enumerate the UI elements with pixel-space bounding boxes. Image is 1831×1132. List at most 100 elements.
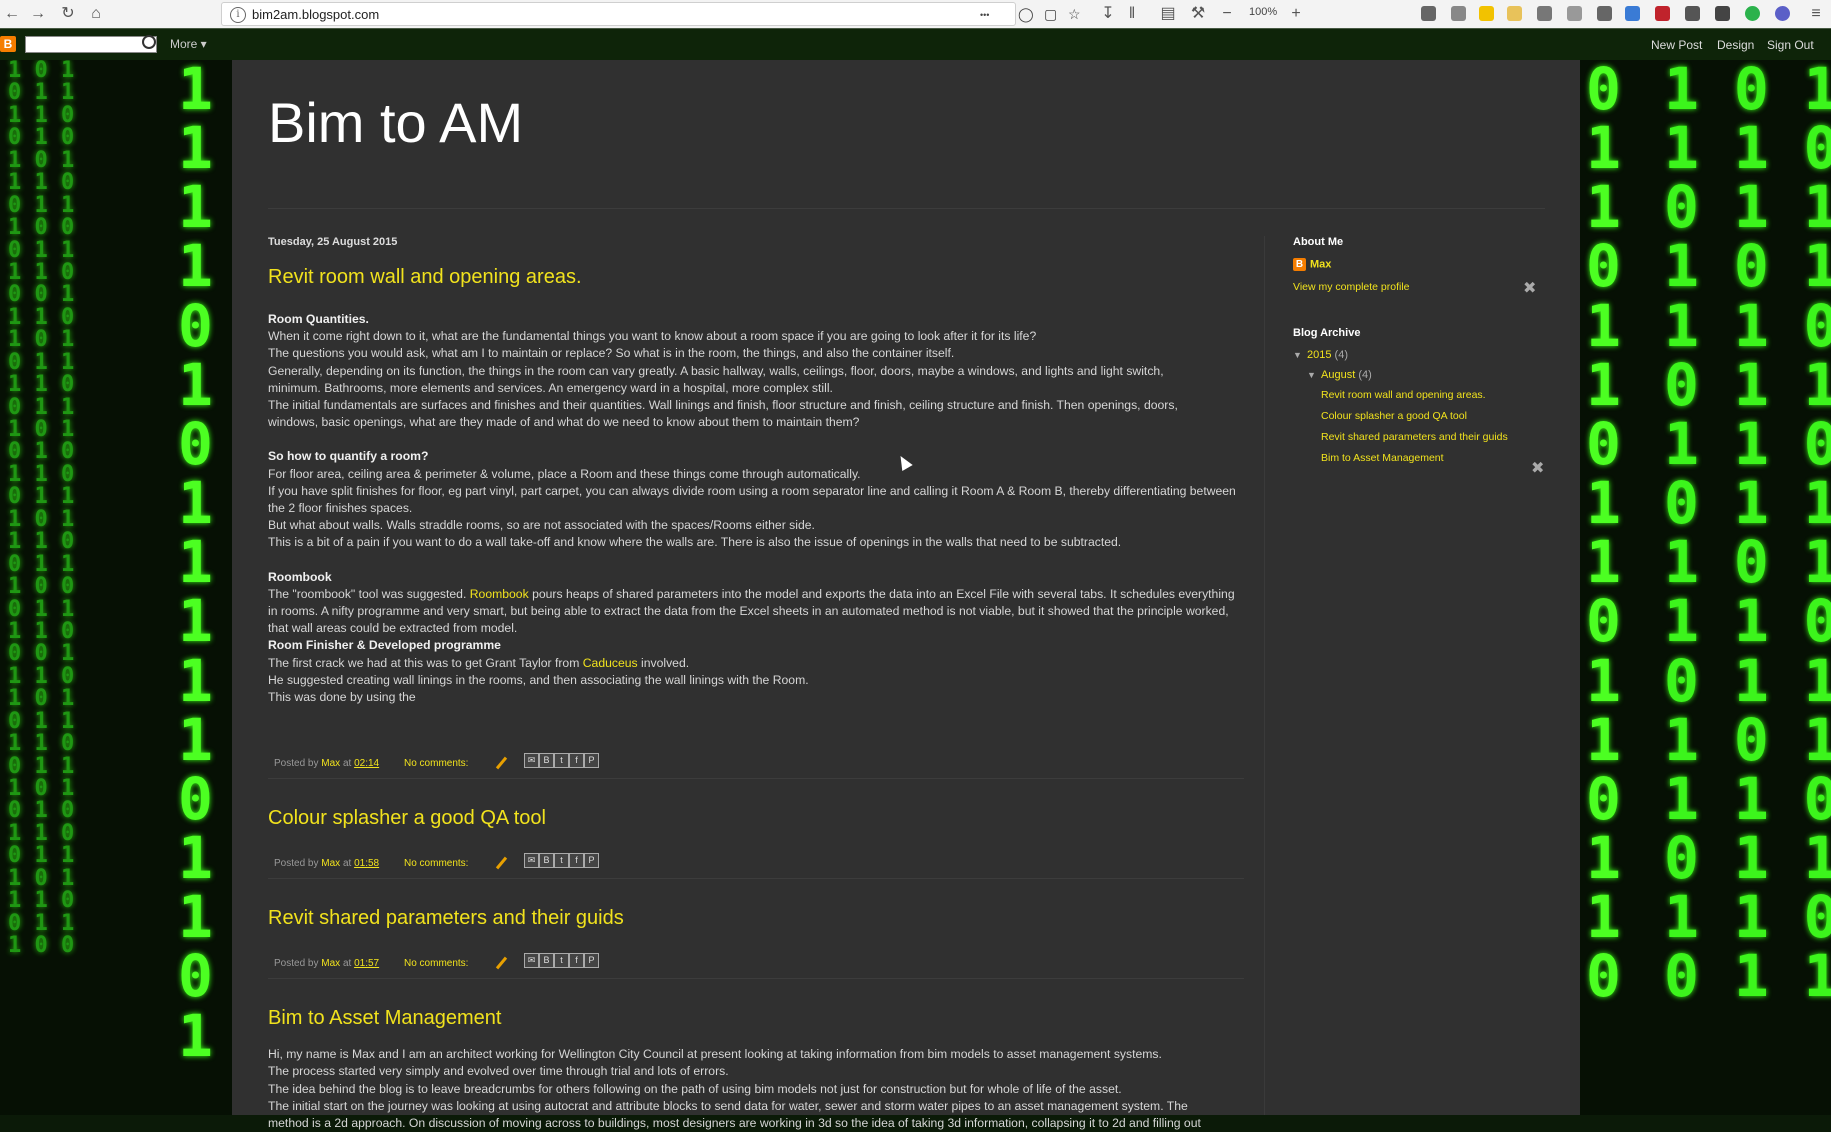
- body-line: The process started very simply and evol…: [268, 1064, 729, 1079]
- extension-icon[interactable]: [1597, 6, 1612, 21]
- archive-month: ▼ August (4): [1307, 369, 1543, 381]
- archive-year-count: (4): [1334, 349, 1348, 361]
- archive-post-link[interactable]: Revit shared parameters and their guids: [1321, 431, 1543, 443]
- extension-icon[interactable]: [1537, 6, 1552, 21]
- email-share-icon[interactable]: ✉: [524, 753, 539, 769]
- back-icon[interactable]: ←: [2, 4, 22, 24]
- body-line: the 2 floor finishes spaces.: [268, 501, 413, 516]
- extension-icon[interactable]: [1421, 6, 1436, 21]
- facebook-share-icon[interactable]: f: [569, 853, 584, 869]
- info-icon[interactable]: i: [230, 7, 246, 23]
- extension-icon[interactable]: [1655, 6, 1670, 21]
- pinterest-share-icon[interactable]: P: [584, 753, 599, 769]
- archive-post-link[interactable]: Revit room wall and opening areas.: [1321, 389, 1543, 401]
- roombook-link[interactable]: Roombook: [470, 587, 529, 601]
- wrench-icon[interactable]: ⚒: [1188, 4, 1208, 24]
- binary-column: 1 0 1 1 1 0 0 1 1 1 0 1 1 1 0 0 1 1 1 1 …: [1664, 60, 1831, 1011]
- email-share-icon[interactable]: ✉: [524, 953, 539, 969]
- blog-title[interactable]: Bim to AM: [268, 90, 523, 155]
- blogthis-icon[interactable]: B: [539, 953, 554, 969]
- more-menu[interactable]: More ▾: [170, 37, 207, 51]
- sidebar-icon[interactable]: ▤: [1158, 4, 1178, 24]
- menu-icon[interactable]: ≡: [1806, 4, 1826, 24]
- pocket-icon[interactable]: ◯: [1018, 6, 1034, 23]
- zoom-level[interactable]: 100%: [1249, 6, 1277, 18]
- archive-post-link[interactable]: Colour splasher a good QA tool: [1321, 410, 1543, 422]
- sign-out-link[interactable]: Sign Out: [1767, 38, 1814, 52]
- blogthis-icon[interactable]: B: [539, 853, 554, 869]
- extension-icon[interactable]: [1625, 6, 1640, 21]
- email-share-icon[interactable]: ✉: [524, 853, 539, 869]
- post-title[interactable]: Revit room wall and opening areas.: [268, 266, 1244, 289]
- page-actions-menu[interactable]: •••: [980, 10, 989, 20]
- author-link[interactable]: Max: [321, 758, 340, 769]
- caduceus-link[interactable]: Caduceus: [583, 656, 638, 670]
- timestamp-link[interactable]: 01:57: [354, 958, 379, 969]
- extension-icon[interactable]: [1507, 6, 1522, 21]
- extension-icon[interactable]: [1745, 6, 1760, 21]
- twitter-share-icon[interactable]: t: [554, 753, 569, 769]
- library-icon[interactable]: ‖: [1122, 4, 1142, 24]
- extension-icon[interactable]: [1451, 6, 1466, 21]
- twitter-share-icon[interactable]: t: [554, 853, 569, 869]
- pencil-edit-icon[interactable]: [495, 956, 508, 970]
- archive-month-count: (4): [1358, 369, 1372, 381]
- pencil-edit-icon[interactable]: [495, 856, 508, 870]
- body-line: method is a 2d approach. On discussion o…: [268, 1116, 1201, 1131]
- archive-year-link[interactable]: 2015: [1307, 349, 1331, 361]
- reload-icon[interactable]: ↻: [58, 4, 78, 24]
- profile-row: B Max: [1293, 258, 1543, 271]
- profile-name-link[interactable]: Max: [1310, 258, 1331, 270]
- body-line: The idea behind the blog is to leave bre…: [268, 1081, 1122, 1096]
- extension-icon[interactable]: [1685, 6, 1700, 21]
- search-icon[interactable]: [142, 35, 156, 49]
- about-me-title: About Me: [1293, 236, 1344, 248]
- gadget-settings-icon[interactable]: ✖: [1523, 278, 1536, 298]
- body-line: He suggested creating wall linings in th…: [268, 672, 809, 687]
- download-icon[interactable]: ↧: [1098, 4, 1118, 24]
- blog-search-input[interactable]: [25, 36, 157, 53]
- blogthis-icon[interactable]: B: [539, 753, 554, 769]
- post-title[interactable]: Colour splasher a good QA tool: [268, 807, 1244, 830]
- zoom-out-icon[interactable]: −: [1217, 4, 1237, 24]
- author-link[interactable]: Max: [321, 958, 340, 969]
- pinterest-share-icon[interactable]: P: [584, 853, 599, 869]
- body-line: This was done by using the: [268, 690, 416, 705]
- collapse-triangle-icon[interactable]: ▼: [1307, 370, 1321, 380]
- blogger-icon[interactable]: B: [0, 36, 16, 52]
- blog-page: Bim to AM Tuesday, 25 August 2015 Revit …: [232, 60, 1580, 1130]
- post-footer: Posted by Max at 02:14 No comments: ✉ B …: [268, 748, 1244, 780]
- twitter-share-icon[interactable]: t: [554, 953, 569, 969]
- url-text[interactable]: bim2am.blogspot.com: [252, 7, 379, 22]
- facebook-share-icon[interactable]: f: [569, 953, 584, 969]
- pinterest-share-icon[interactable]: P: [584, 953, 599, 969]
- design-link[interactable]: Design: [1717, 38, 1754, 52]
- comments-link[interactable]: No comments:: [404, 958, 468, 969]
- archive-post-link[interactable]: Bim to Asset Management: [1321, 452, 1543, 464]
- facebook-share-icon[interactable]: f: [569, 753, 584, 769]
- collapse-triangle-icon[interactable]: ▼: [1293, 350, 1307, 360]
- post-title[interactable]: Bim to Asset Management: [268, 1007, 1244, 1030]
- bookmark-star-icon[interactable]: ☆: [1068, 6, 1081, 23]
- post-title[interactable]: Revit shared parameters and their guids: [268, 907, 1244, 930]
- timestamp-link[interactable]: 02:14: [354, 758, 379, 769]
- new-post-link[interactable]: New Post: [1651, 38, 1702, 52]
- extension-icon[interactable]: [1567, 6, 1582, 21]
- timestamp-link[interactable]: 01:58: [354, 858, 379, 869]
- zoom-in-icon[interactable]: +: [1286, 4, 1306, 24]
- view-profile-link[interactable]: View my complete profile: [1293, 281, 1410, 293]
- body-text: pours heaps of shared parameters into th…: [528, 586, 1235, 601]
- extension-icon[interactable]: [1775, 6, 1790, 21]
- comments-link[interactable]: No comments:: [404, 758, 468, 769]
- comments-link[interactable]: No comments:: [404, 858, 468, 869]
- extension-icon[interactable]: [1479, 6, 1494, 21]
- forward-icon[interactable]: →: [28, 4, 48, 24]
- pencil-edit-icon[interactable]: [495, 756, 508, 770]
- address-bar[interactable]: i bim2am.blogspot.com ••• ◯ ▢ ☆: [221, 2, 1081, 26]
- extension-icon[interactable]: [1715, 6, 1730, 21]
- home-icon[interactable]: ⌂: [86, 4, 106, 24]
- archive-month-link[interactable]: August: [1321, 369, 1355, 381]
- reader-icon[interactable]: ▢: [1044, 6, 1057, 23]
- author-link[interactable]: Max: [321, 858, 340, 869]
- gadget-settings-icon[interactable]: ✖: [1531, 458, 1544, 478]
